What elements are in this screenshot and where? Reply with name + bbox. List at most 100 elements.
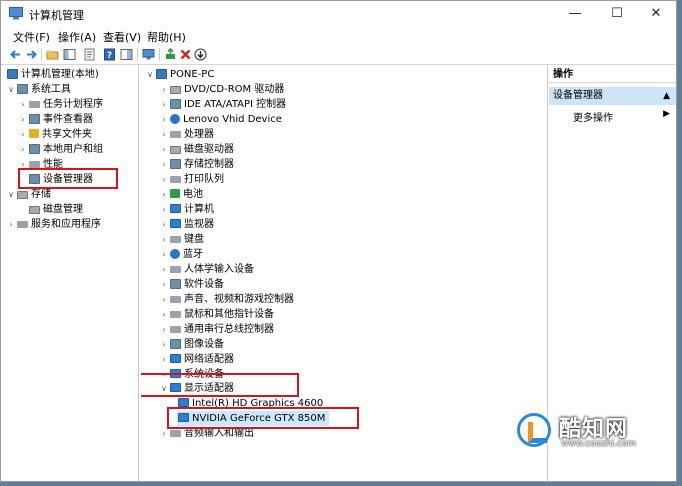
chevron-right-icon[interactable]: › bbox=[159, 127, 169, 142]
svg-text:?: ? bbox=[107, 51, 112, 61]
more-actions-arrow-icon[interactable]: ▶ bbox=[663, 109, 670, 119]
device-category[interactable]: › 软件设备 bbox=[159, 277, 224, 292]
tree-event-viewer[interactable]: › 事件查看器 bbox=[18, 112, 93, 127]
chevron-right-icon[interactable]: › bbox=[159, 247, 169, 262]
chevron-right-icon[interactable]: › bbox=[159, 172, 169, 187]
device-category-icon bbox=[170, 176, 181, 183]
tree-shared-folders-label: 共享文件夹 bbox=[42, 129, 92, 140]
monitor-icon[interactable] bbox=[142, 48, 155, 61]
tree-root[interactable]: 计算机管理(本地) bbox=[6, 67, 99, 82]
tree-system-tools-label: 系统工具 bbox=[31, 84, 71, 95]
menu-help[interactable]: 帮助(H) bbox=[147, 29, 186, 45]
device-category[interactable]: › 计算机 bbox=[159, 202, 214, 217]
device-category[interactable]: › 人体学输入设备 bbox=[159, 262, 254, 277]
device-category[interactable]: › 打印队列 bbox=[159, 172, 224, 187]
device-category[interactable]: › 通用串行总线控制器 bbox=[159, 322, 274, 337]
collapse-up-icon[interactable]: ▲ bbox=[663, 87, 670, 105]
highlight-box-device-manager bbox=[18, 168, 118, 189]
menu-view[interactable]: 查看(V) bbox=[103, 29, 141, 45]
forward-arrow-icon[interactable] bbox=[25, 48, 38, 61]
brand-logo-icon bbox=[517, 413, 551, 447]
device-tree-pane: ∨ PONE-PC › DVD/CD-ROM 驱动器 › IDE ATA/ATAPI 控… bbox=[141, 65, 548, 481]
actions-section-device-manager[interactable]: 设备管理器 ▲ bbox=[549, 87, 676, 105]
device-category[interactable]: › 声音、视频和游戏控制器 bbox=[159, 292, 294, 307]
device-category-icon bbox=[170, 326, 181, 333]
chevron-right-icon[interactable]: › bbox=[159, 322, 169, 337]
chevron-right-icon[interactable]: › bbox=[159, 337, 169, 352]
chevron-right-icon[interactable]: › bbox=[18, 112, 28, 127]
chevron-right-icon[interactable]: › bbox=[159, 352, 169, 367]
view-pane-icon[interactable] bbox=[120, 48, 133, 61]
performance-icon bbox=[29, 161, 40, 168]
device-category[interactable]: › IDE ATA/ATAPI 控制器 bbox=[159, 97, 286, 112]
chevron-right-icon[interactable]: › bbox=[159, 262, 169, 277]
tree-task-scheduler-label: 任务计划程序 bbox=[43, 99, 103, 110]
show-hide-tree-icon[interactable] bbox=[63, 48, 76, 61]
device-category[interactable]: › 网络适配器 bbox=[159, 352, 234, 367]
chevron-down-icon[interactable]: ∨ bbox=[6, 82, 16, 97]
tree-storage[interactable]: ∨ 存储 bbox=[6, 187, 51, 202]
help-icon[interactable]: ? bbox=[103, 48, 116, 61]
close-button[interactable]: ✕ bbox=[639, 1, 673, 27]
clock-icon bbox=[29, 101, 40, 108]
menu-file[interactable]: 文件(F) bbox=[13, 29, 50, 45]
chevron-down-icon[interactable]: ∨ bbox=[6, 187, 16, 202]
device-category[interactable]: › 处理器 bbox=[159, 127, 214, 142]
chevron-right-icon[interactable]: › bbox=[6, 217, 16, 232]
menu-action[interactable]: 操作(A) bbox=[58, 29, 96, 45]
tree-local-users[interactable]: › 本地用户和组 bbox=[18, 142, 103, 157]
users-icon bbox=[29, 144, 40, 154]
device-category[interactable]: › 监视器 bbox=[159, 217, 214, 232]
device-category[interactable]: › 图像设备 bbox=[159, 337, 224, 352]
chevron-right-icon[interactable]: › bbox=[159, 97, 169, 112]
chevron-right-icon[interactable]: › bbox=[18, 142, 28, 157]
chevron-right-icon[interactable]: › bbox=[159, 277, 169, 292]
tree-disk-management[interactable]: 磁盘管理 bbox=[28, 202, 83, 217]
tree-services-apps[interactable]: › 服务和应用程序 bbox=[6, 217, 101, 232]
device-category[interactable]: › Lenovo Vhid Device bbox=[159, 112, 282, 127]
chevron-right-icon[interactable]: › bbox=[159, 217, 169, 232]
scan-download-icon[interactable] bbox=[194, 48, 207, 61]
chevron-right-icon[interactable]: › bbox=[159, 292, 169, 307]
back-arrow-icon[interactable] bbox=[9, 48, 22, 61]
device-category[interactable]: › 键盘 bbox=[159, 232, 204, 247]
folder-up-icon[interactable] bbox=[46, 48, 59, 61]
device-category-icon bbox=[170, 296, 181, 303]
device-category-icon bbox=[170, 279, 181, 289]
chevron-right-icon[interactable]: › bbox=[159, 157, 169, 172]
computer-management-window: 计算机管理 — ☐ ✕ 文件(F) 操作(A) 查看(V) 帮助(H) ? 计算… bbox=[0, 0, 677, 482]
device-category[interactable]: › 鼠标和其他指针设备 bbox=[159, 307, 274, 322]
device-category[interactable]: › 存储控制器 bbox=[159, 157, 234, 172]
title-bar: 计算机管理 — ☐ ✕ bbox=[1, 1, 676, 27]
tree-shared-folders[interactable]: › 共享文件夹 bbox=[18, 127, 92, 142]
more-actions-link[interactable]: 更多操作 bbox=[573, 109, 613, 124]
minimize-button[interactable]: — bbox=[558, 1, 592, 27]
device-category-label: 计算机 bbox=[184, 204, 214, 215]
chevron-right-icon[interactable]: › bbox=[159, 82, 169, 97]
chevron-right-icon[interactable]: › bbox=[18, 97, 28, 112]
properties-icon[interactable] bbox=[83, 48, 96, 61]
device-category-icon bbox=[170, 339, 181, 349]
device-category-label: DVD/CD-ROM 驱动器 bbox=[184, 84, 285, 95]
maximize-button[interactable]: ☐ bbox=[600, 1, 634, 27]
device-root[interactable]: ∨ PONE-PC bbox=[145, 67, 214, 82]
tree-task-scheduler[interactable]: › 任务计划程序 bbox=[18, 97, 103, 112]
chevron-right-icon[interactable]: › bbox=[159, 142, 169, 157]
display-adapter-icon bbox=[178, 398, 189, 407]
device-category[interactable]: › 电池 bbox=[159, 187, 203, 202]
chevron-right-icon[interactable]: › bbox=[159, 307, 169, 322]
uninstall-x-icon[interactable] bbox=[179, 48, 192, 61]
device-category[interactable]: › 磁盘驱动器 bbox=[159, 142, 234, 157]
chevron-right-icon[interactable]: › bbox=[159, 187, 169, 202]
chevron-right-icon[interactable]: › bbox=[18, 127, 28, 142]
chevron-right-icon[interactable]: › bbox=[159, 202, 169, 217]
tree-system-tools[interactable]: ∨ 系统工具 bbox=[6, 82, 71, 97]
computer-icon bbox=[156, 69, 167, 79]
device-category-label: 蓝牙 bbox=[183, 249, 203, 260]
device-category[interactable]: › DVD/CD-ROM 驱动器 bbox=[159, 82, 284, 97]
update-driver-icon[interactable] bbox=[164, 48, 177, 61]
device-category[interactable]: › 蓝牙 bbox=[159, 247, 203, 262]
chevron-down-icon[interactable]: ∨ bbox=[145, 67, 155, 82]
chevron-right-icon[interactable]: › bbox=[159, 232, 169, 247]
chevron-right-icon[interactable]: › bbox=[159, 112, 169, 127]
